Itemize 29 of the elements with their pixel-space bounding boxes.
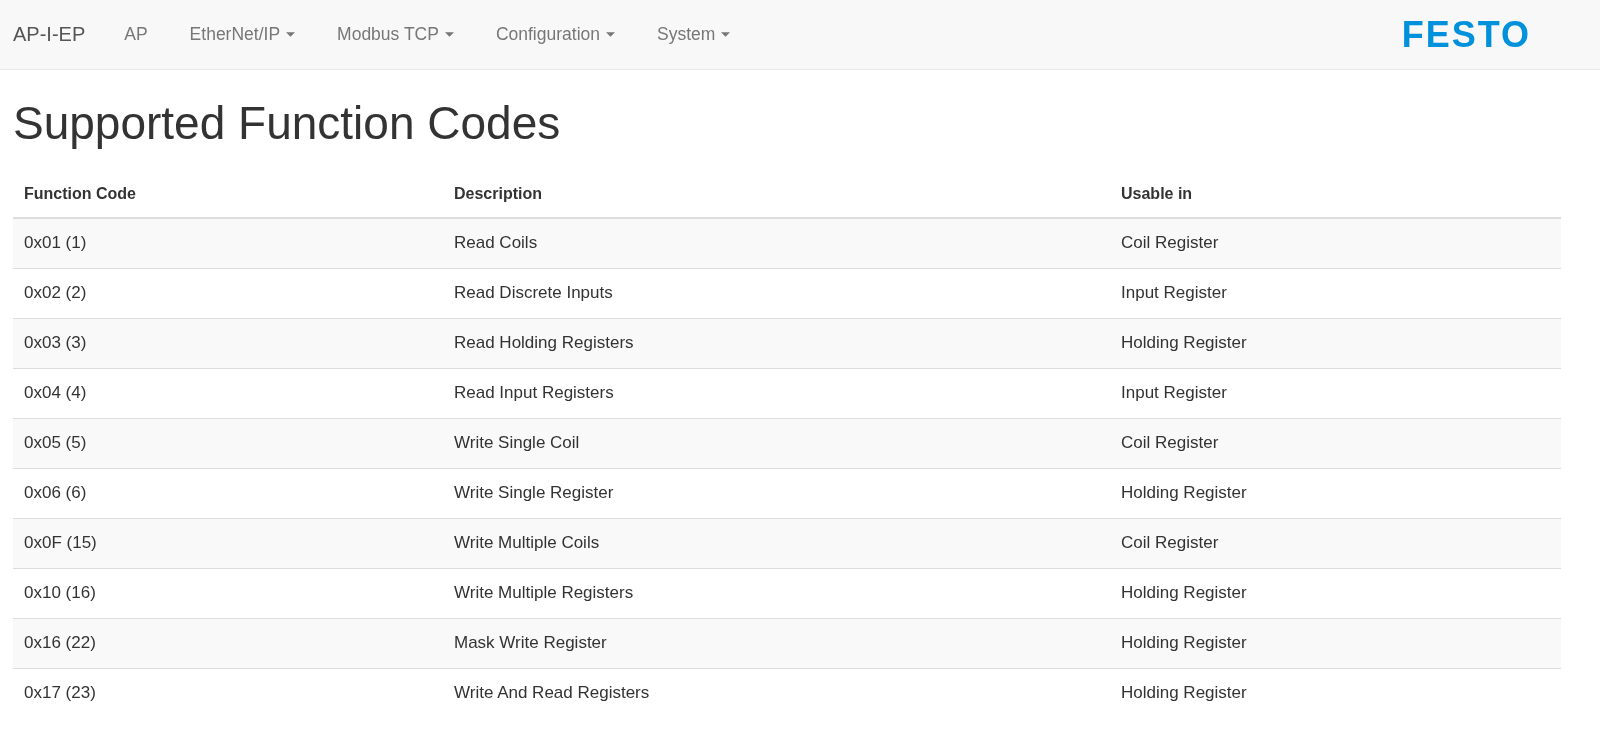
logo: FESTO <box>1401 13 1531 56</box>
nav-dropdown[interactable]: System <box>636 24 752 45</box>
table-cell: 0x17 (23) <box>13 668 443 718</box>
column-header: Function Code <box>13 172 443 218</box>
table-cell: Coil Register <box>1110 518 1561 569</box>
table-cell: Mask Write Register <box>443 618 1110 669</box>
table-cell: 0x03 (3) <box>13 318 443 369</box>
table-cell: Write Single Coil <box>443 418 1110 469</box>
table-cell: Holding Register <box>1110 318 1561 369</box>
table-cell: Write Multiple Coils <box>443 518 1110 569</box>
nav-dropdown[interactable]: Modbus TCP <box>316 24 475 45</box>
table-cell: 0x01 (1) <box>13 217 443 269</box>
nav-dropdown[interactable]: Configuration <box>474 24 636 45</box>
nav-dropdown[interactable]: EtherNet/IP <box>168 24 317 45</box>
page-heading: Supported Function Codes <box>13 98 562 149</box>
brand-link[interactable]: AP-I-EP <box>13 23 86 46</box>
table-cell: Read Holding Registers <box>443 318 1110 369</box>
table-cell: 0x05 (5) <box>13 418 443 469</box>
table-cell: Coil Register <box>1110 418 1561 469</box>
table-cell: Holding Register <box>1110 668 1561 718</box>
table-cell: Read Coils <box>443 217 1110 269</box>
column-header: Description <box>443 172 1110 218</box>
table-cell: 0x0F (15) <box>13 518 443 569</box>
table-cell: Holding Register <box>1110 618 1561 669</box>
table-cell: Coil Register <box>1110 217 1561 269</box>
table-cell: 0x16 (22) <box>13 618 443 669</box>
nav-link[interactable]: AP <box>103 24 169 45</box>
table-cell: Write And Read Registers <box>443 668 1110 718</box>
column-header: Usable in <box>1110 172 1561 218</box>
